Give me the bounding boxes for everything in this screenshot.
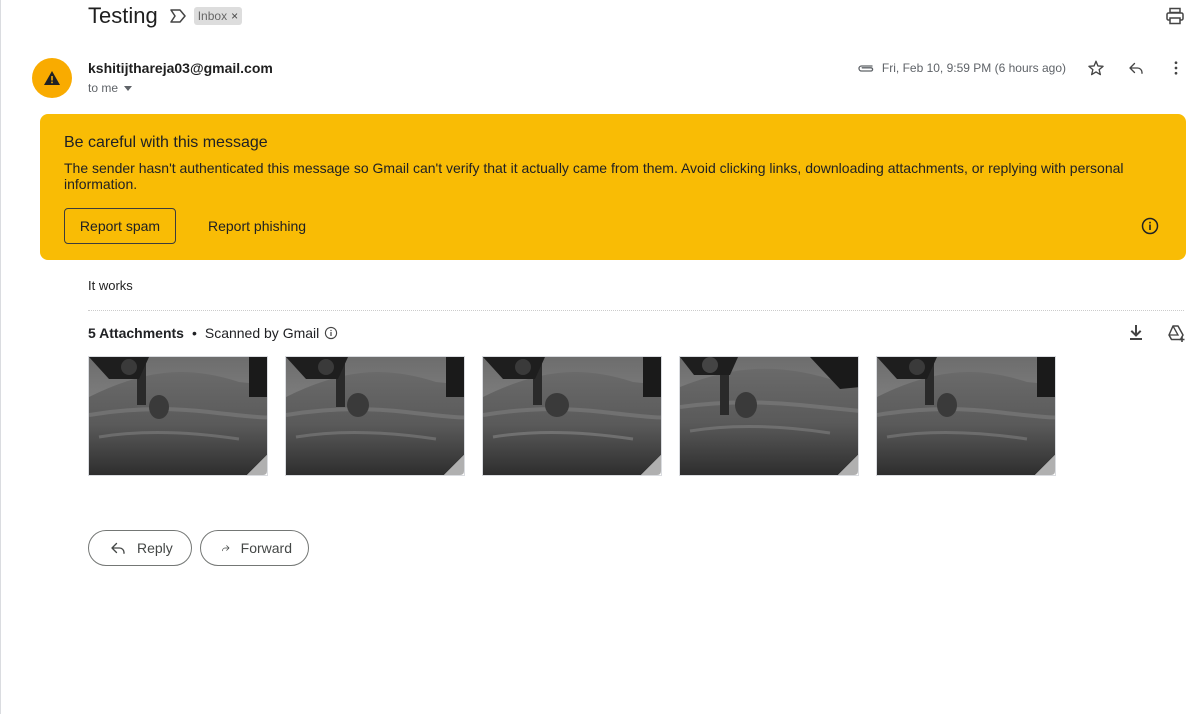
- page-curl-icon: [1035, 455, 1055, 475]
- attachment-icon: [858, 65, 874, 72]
- page-curl-icon: [838, 455, 858, 475]
- security-warning-banner: Be careful with this message The sender …: [40, 114, 1186, 260]
- message-date: Fri, Feb 10, 9:59 PM (6 hours ago): [881, 61, 1066, 75]
- subject-title: Testing: [88, 3, 158, 28]
- scan-status: Scanned by Gmail: [204, 325, 320, 341]
- forward-icon: [222, 545, 230, 552]
- page-curl-icon: [247, 455, 267, 475]
- add-to-drive-icon[interactable]: [1166, 323, 1186, 343]
- report-phishing-button[interactable]: Report phishing: [192, 208, 322, 244]
- more-vert-icon[interactable]: [1166, 58, 1186, 78]
- sender-email[interactable]: kshitijthareja03@gmail.com: [88, 60, 273, 76]
- star-icon[interactable]: [1086, 58, 1106, 78]
- separator-dot: •: [191, 325, 197, 341]
- page-curl-icon: [641, 455, 661, 475]
- sender-avatar[interactable]: [32, 58, 72, 98]
- info-icon[interactable]: [1140, 216, 1160, 236]
- attachment-count: 5 Attachments: [88, 325, 184, 341]
- attachments-header: 5 Attachments • Scanned by Gmail: [88, 325, 338, 341]
- forward-label: Forward: [240, 540, 292, 556]
- report-spam-button[interactable]: Report spam: [64, 208, 176, 244]
- reply-icon: [111, 542, 125, 554]
- attachment-thumbnail[interactable]: [88, 356, 268, 476]
- warning-icon: [44, 71, 60, 85]
- inbox-label-text: Inbox: [197, 9, 228, 23]
- attachment-thumbnail[interactable]: [679, 356, 859, 476]
- remove-label-icon[interactable]: ×: [231, 9, 238, 23]
- left-border: [0, 0, 1, 714]
- chevron-down-icon: [124, 85, 133, 91]
- subject-row: Testing Inbox ×: [88, 2, 243, 30]
- recipient-details-toggle[interactable]: to me: [88, 81, 133, 95]
- message-meta: Fri, Feb 10, 9:59 PM (6 hours ago): [857, 60, 1066, 76]
- warning-body: The sender hasn't authenticated this mes…: [64, 160, 1124, 192]
- attachments-divider: [88, 310, 1184, 311]
- page-curl-icon: [444, 455, 464, 475]
- attachment-thumbnail[interactable]: [876, 356, 1056, 476]
- download-all-icon[interactable]: [1126, 323, 1146, 343]
- print-icon[interactable]: [1165, 6, 1185, 26]
- reply-label: Reply: [137, 540, 173, 556]
- attachment-thumbnail[interactable]: [285, 356, 465, 476]
- reply-button[interactable]: Reply: [88, 530, 192, 566]
- forward-button[interactable]: Forward: [200, 530, 309, 566]
- reply-icon[interactable]: [1126, 58, 1146, 78]
- attachment-thumbnail[interactable]: [482, 356, 662, 476]
- label-importance-icon[interactable]: [169, 8, 186, 24]
- recipient-text: to me: [88, 81, 119, 95]
- warning-title: Be careful with this message: [64, 134, 268, 151]
- attachment-thumbnails: [88, 356, 1056, 476]
- message-body: It works: [88, 278, 133, 293]
- inbox-label-chip[interactable]: Inbox ×: [193, 7, 243, 25]
- info-icon[interactable]: [324, 326, 338, 340]
